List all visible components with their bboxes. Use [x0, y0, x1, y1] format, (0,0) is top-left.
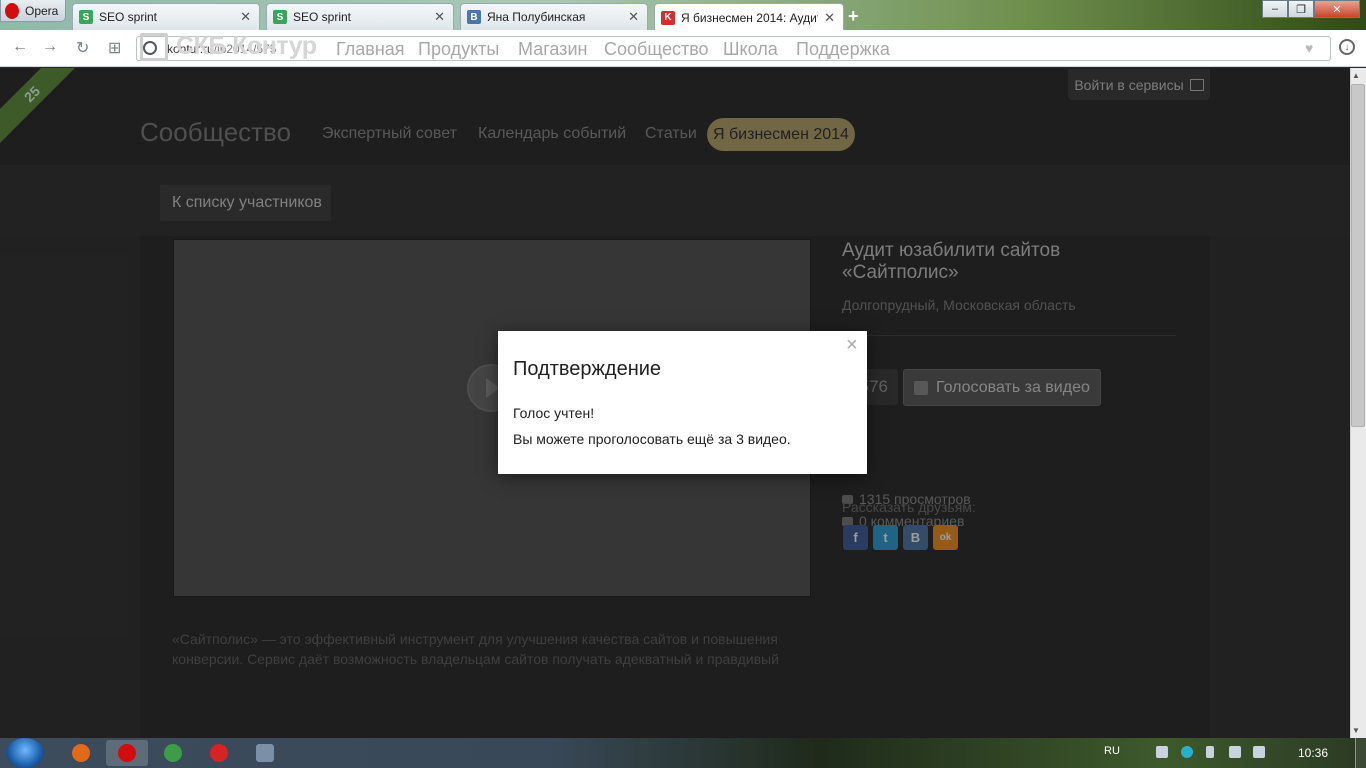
site-logo[interactable]: СКБ Контур: [176, 32, 317, 61]
opera-menu-button[interactable]: Opera: [0, 0, 66, 22]
action-center-flag-icon[interactable]: [1156, 746, 1168, 758]
speed-dial-grid-icon[interactable]: ⊞: [108, 38, 121, 58]
nav-community[interactable]: Сообщество: [604, 39, 709, 60]
taskbar-clock[interactable]: 10:36: [1298, 746, 1328, 760]
start-button[interactable]: [6, 738, 44, 768]
tab-close-icon[interactable]: ✕: [240, 9, 251, 25]
show-desktop-button[interactable]: [1355, 738, 1366, 768]
tab-title: SEO sprint: [99, 10, 158, 24]
tab-kontur-active[interactable]: K Я бизнесмен 2014: Аудит ю ✕: [654, 3, 844, 31]
battery-icon[interactable]: [1206, 746, 1214, 758]
nav-main[interactable]: Главная: [336, 39, 405, 60]
tab-title: SEO sprint: [293, 10, 352, 24]
maximize-button[interactable]: ❐: [1288, 0, 1314, 18]
confirmation-dialog: [498, 331, 867, 474]
scrollbar-thumb[interactable]: [1351, 84, 1365, 427]
seo-sprint-favicon-icon: S: [273, 10, 287, 24]
volume-icon[interactable]: [1253, 746, 1265, 758]
forward-arrow-icon[interactable]: →: [42, 38, 58, 56]
opera-icon: [118, 744, 136, 762]
language-indicator[interactable]: RU: [1104, 745, 1120, 757]
tab-title: Я бизнесмен 2014: Аудит ю: [681, 10, 818, 25]
nav-shop[interactable]: Магазин: [518, 39, 587, 60]
tab-title: Яна Полубинская: [487, 10, 586, 24]
scroll-up-icon[interactable]: ▲: [1352, 71, 1360, 80]
opera-logo-icon: [5, 2, 19, 19]
kontur-logo-icon[interactable]: [140, 33, 168, 61]
scroll-down-icon[interactable]: ▼: [1352, 726, 1360, 735]
taskbar-downloader[interactable]: [244, 740, 286, 766]
reload-icon[interactable]: ↻: [76, 38, 89, 58]
vk-favicon-icon: В: [467, 10, 481, 24]
network-signal-icon[interactable]: [1229, 746, 1241, 758]
taskbar-yandex[interactable]: [198, 740, 240, 766]
tab-close-icon[interactable]: ✕: [824, 10, 835, 26]
bookmark-heart-icon[interactable]: ♥: [1305, 40, 1313, 56]
opera-menu-label: Opera: [25, 3, 59, 18]
tab-seo-sprint-1[interactable]: S SEO sprint ✕: [72, 3, 260, 30]
kontur-favicon-icon: K: [661, 10, 675, 25]
firefox-icon: [72, 744, 90, 762]
taskbar-chrome[interactable]: [152, 740, 194, 766]
nav-products[interactable]: Продукты: [418, 39, 499, 60]
tab-seo-sprint-2[interactable]: S SEO sprint ✕: [266, 3, 454, 30]
window-close-button[interactable]: ✕: [1314, 0, 1360, 18]
seo-sprint-favicon-icon: S: [79, 10, 93, 24]
tab-close-icon[interactable]: ✕: [628, 9, 639, 25]
minimize-button[interactable]: –: [1262, 0, 1288, 18]
nav-support[interactable]: Поддержка: [796, 39, 890, 60]
taskbar-opera[interactable]: [106, 740, 148, 766]
taskbar-firefox[interactable]: [60, 740, 102, 766]
nav-school[interactable]: Школа: [723, 39, 778, 60]
skype-tray-icon[interactable]: [1181, 746, 1193, 758]
tab-close-icon[interactable]: ✕: [434, 9, 445, 25]
dialog-message-line1: Голос учтен!: [513, 405, 595, 421]
downloader-icon: [256, 744, 274, 762]
yandex-browser-icon: [210, 744, 228, 762]
back-arrow-icon[interactable]: ←: [12, 38, 28, 56]
tab-vk-profile[interactable]: В Яна Полубинская ✕: [460, 3, 648, 30]
dialog-message-line2: Вы можете проголосовать ещё за 3 видео.: [513, 431, 791, 447]
close-icon[interactable]: ×: [846, 334, 858, 357]
new-tab-button[interactable]: +: [848, 6, 859, 27]
dialog-title: Подтверждение: [513, 358, 662, 380]
chrome-icon: [164, 744, 182, 762]
download-icon[interactable]: ↓: [1339, 39, 1355, 55]
